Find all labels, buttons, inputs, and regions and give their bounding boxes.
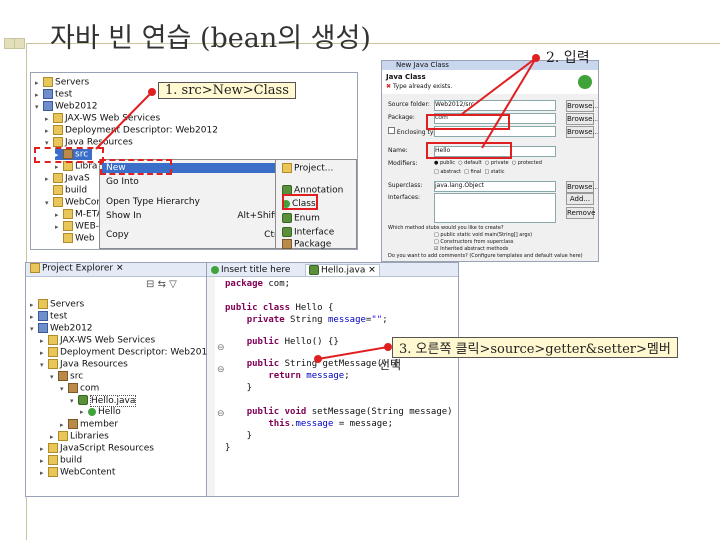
arrow-dot (532, 54, 540, 62)
arrow-step2-to-package (461, 57, 537, 115)
arrow-step3-to-editor (317, 346, 389, 360)
arrow-dot (314, 355, 322, 363)
arrow-dot (384, 343, 392, 351)
arrow-dot (148, 88, 156, 96)
callout-arrows (95, 54, 540, 363)
arrow-step1-to-src (95, 91, 153, 150)
arrow-step2-to-name (481, 57, 537, 149)
